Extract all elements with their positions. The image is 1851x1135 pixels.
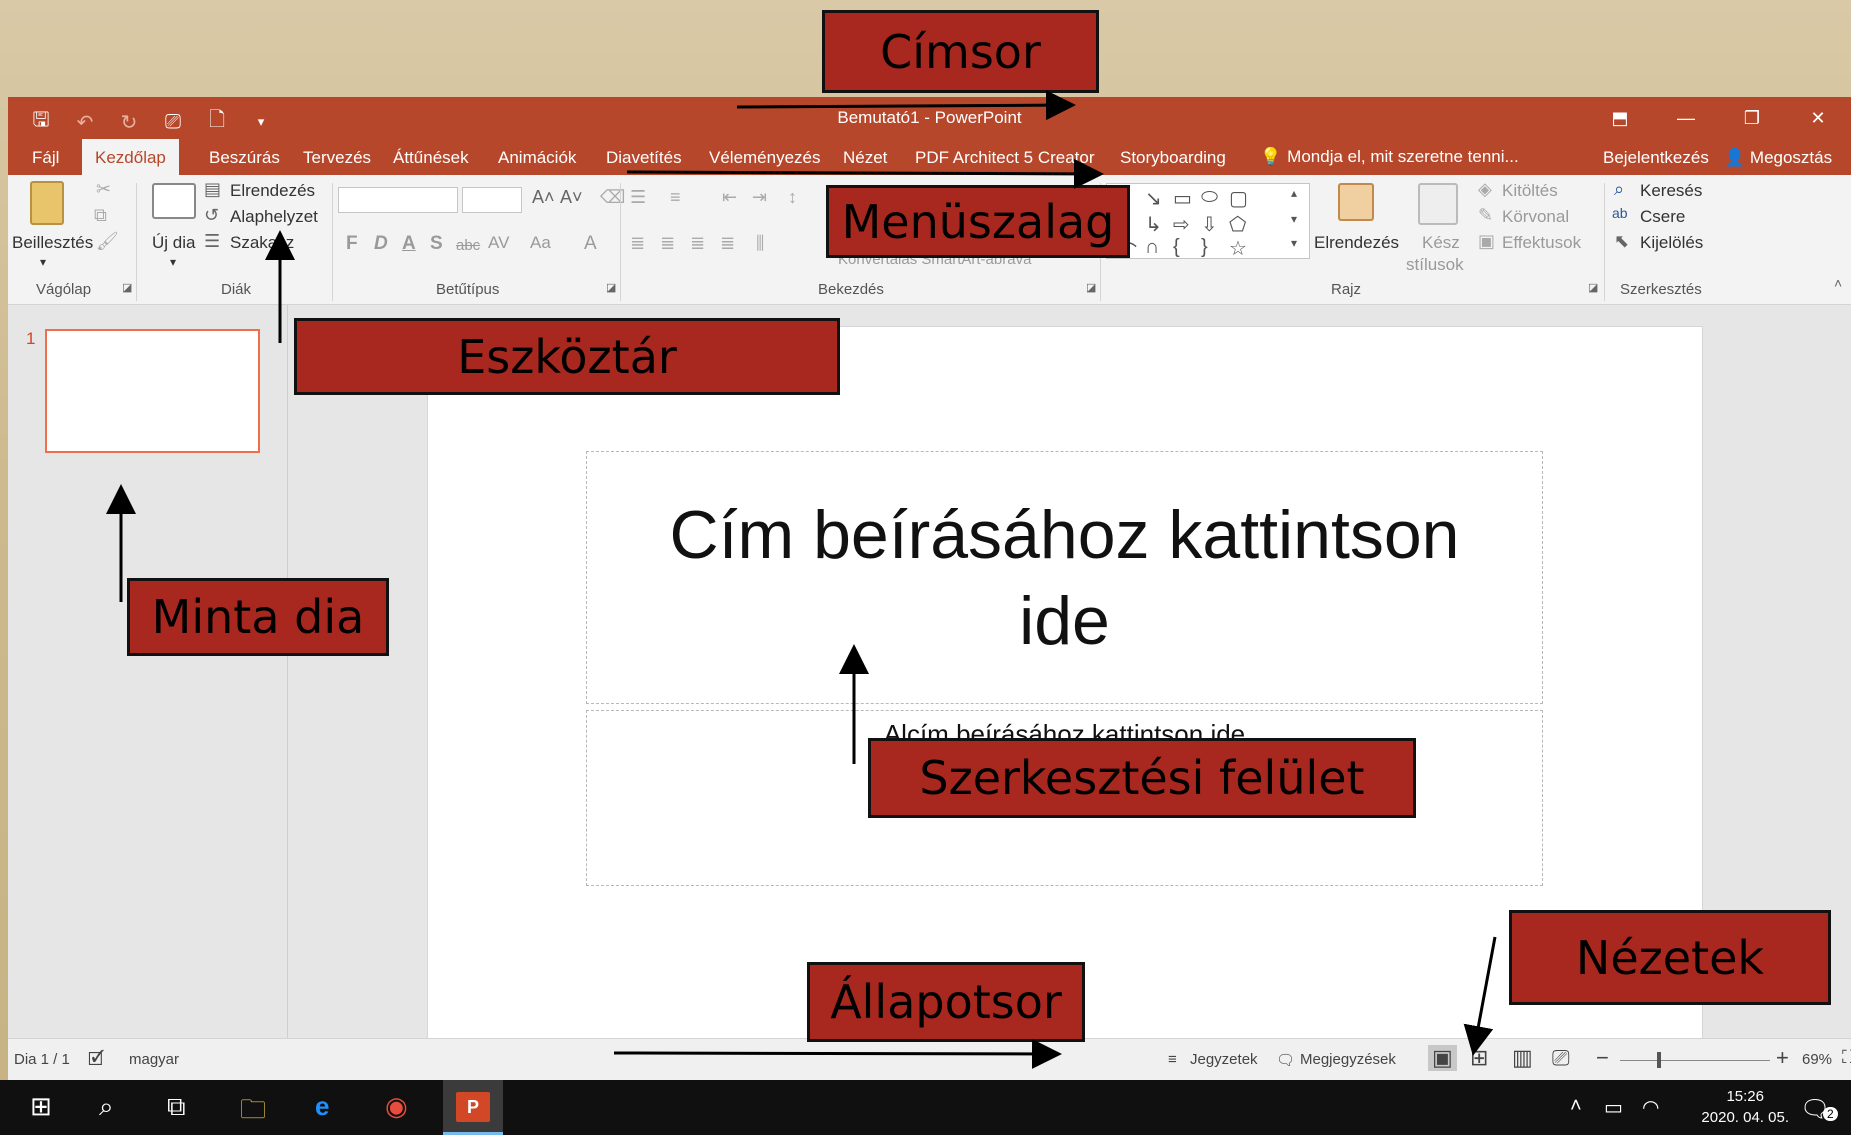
- arrow-ribbon: [626, 158, 1104, 189]
- arrow-views: [1463, 936, 1497, 1056]
- arrow-status-bar: [613, 1038, 1062, 1069]
- arrow-title-bar: [736, 90, 1076, 121]
- annotation-arrows: [106, 90, 1497, 1069]
